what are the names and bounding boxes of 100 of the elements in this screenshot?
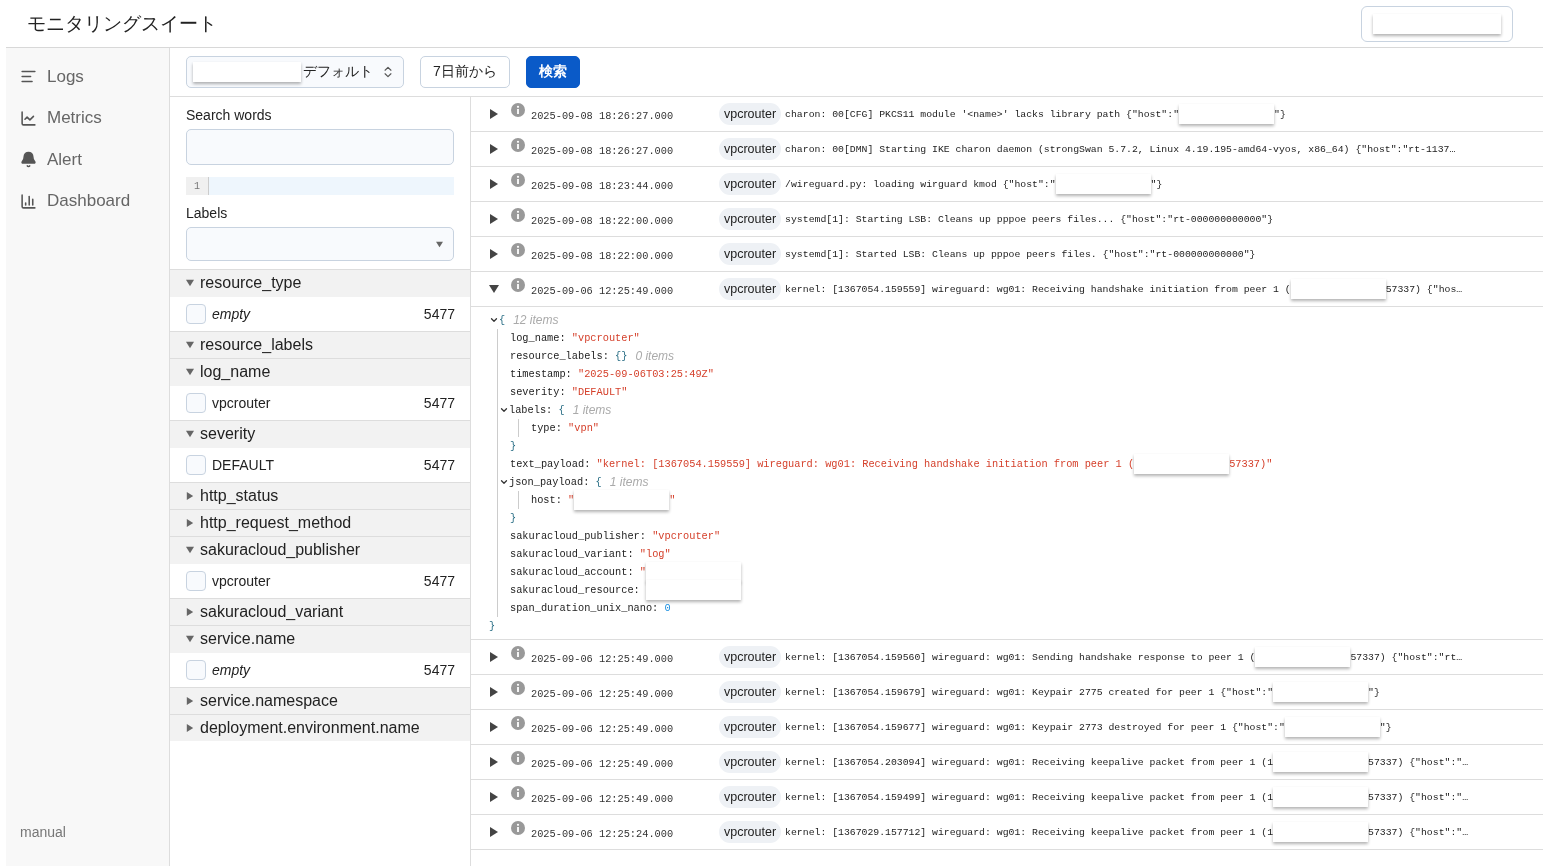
caret-icon[interactable] <box>489 722 499 732</box>
timestamp: 2025-09-08 18:26:27.000 <box>531 110 675 122</box>
timestamp: 2025-09-08 18:26:27.000 <box>531 145 675 157</box>
json-value: "kernel: [1367054.159559] wireguard: wg01: Receiving handshake initiation from peer 1 ( <box>596 457 1135 470</box>
range-button[interactable]: 7日前から <box>420 56 510 88</box>
checkbox[interactable] <box>186 660 206 680</box>
log-tag: vpcrouter <box>719 138 782 160</box>
facet-header[interactable]: http_request_method <box>170 509 470 536</box>
log-row[interactable]: 2025-09-08 18:22:00.000 vpcrouter systemd[1]: Starting LSB: Cleans up pppoe peers files... {"host":"rt-000000000000"} <box>471 202 1543 237</box>
log-row[interactable]: 2025-09-06 12:25:24.000 vpcrouter kernel: [1367029.157712] wireguard: wg01: Receiving keepalive packet from peer 1 (1 57337) {"host":"… <box>471 815 1543 850</box>
json-value: "DEFAULT" <box>571 386 628 398</box>
log-row[interactable]: 2025-09-06 12:25:49.000 vpcrouter kernel: [1367054.159499] wireguard: wg01: Receiving keepalive packet from peer 1 (1 57337) {"host":"… <box>471 780 1543 815</box>
json-key: labels: <box>509 404 553 416</box>
caret-icon[interactable] <box>186 368 194 376</box>
log-row[interactable]: 2025-09-06 12:25:49.000 vpcrouter kernel: [1367054.203094] wireguard: wg01: Receiving keepalive packet from peer 1 (1 57337) {"host":"… <box>471 745 1543 780</box>
query-editor[interactable]: 1 <box>186 177 454 195</box>
json-value: "vpcrouter" <box>652 530 721 542</box>
log-row[interactable]: 2025-09-08 18:26:27.000 vpcrouter charon: 00[DMN] Starting IKE charon daemon (strongSwan 5.7.2, Linux 4.19.195-amd64-vyos, x86_64) {"host":"rt-1137… <box>471 132 1543 167</box>
caret-icon[interactable] <box>489 652 499 662</box>
chevron-icon[interactable] <box>499 477 509 487</box>
log-row[interactable]: 2025-09-06 12:25:49.000 vpcrouter kernel: [1367054.159560] wireguard: wg01: Sending handshake response to peer 1 ( 57337) {"host":"rt… <box>471 640 1543 675</box>
json-key: log_name: <box>510 332 566 344</box>
chevron-icon[interactable] <box>499 405 509 415</box>
caret-icon[interactable] <box>489 179 499 189</box>
log-row[interactable]: 2025-09-06 12:25:49.000 vpcrouter kernel: [1367054.159677] wireguard: wg01: Keypair 2773 destroyed for peer 1 {"host":" "} <box>471 710 1543 745</box>
nav-link[interactable]: Alert <box>20 139 169 181</box>
log-row[interactable]: 2025-09-08 18:23:44.000 vpcrouter /wireguard.py: loading wirguard kmod {"host":" "} <box>471 167 1543 202</box>
info-icon <box>511 786 525 800</box>
chevron-icon[interactable] <box>489 315 499 325</box>
caret-icon[interactable] <box>489 792 499 802</box>
caret-icon[interactable] <box>186 608 194 616</box>
caret-icon[interactable] <box>489 757 499 767</box>
search-field[interactable] <box>186 129 454 165</box>
json-key: severity: <box>510 386 566 398</box>
search-button[interactable]: 検索 <box>525 56 580 88</box>
json-value: " <box>639 565 646 578</box>
facet-value: vpcrouter <box>212 395 272 411</box>
facet-header[interactable]: service.namespace <box>170 687 470 714</box>
log-tag: vpcrouter <box>719 751 782 773</box>
facet-header[interactable]: sakuracloud_variant <box>170 598 470 625</box>
facet-value: vpcrouter <box>212 573 272 589</box>
caret-icon[interactable] <box>186 341 194 349</box>
log-tag: vpcrouter <box>719 716 782 738</box>
caret-icon[interactable] <box>489 144 499 154</box>
log-row[interactable]: 2025-09-06 12:25:49.000 vpcrouter kernel: [1367054.159679] wireguard: wg01: Keypair 2775 created for peer 1 {"host":" "} <box>471 675 1543 710</box>
caret-icon[interactable] <box>186 492 194 500</box>
nav-link[interactable]: Logs <box>20 56 169 98</box>
log-row[interactable]: 2025-09-08 18:22:00.000 vpcrouter systemd[1]: Started LSB: Cleans up pppoe peers files. {"host":"rt-000000000000"} <box>471 237 1543 272</box>
caret-icon[interactable] <box>489 249 499 259</box>
caret-icon[interactable] <box>186 546 194 554</box>
log-row[interactable]: 2025-09-06 12:25:49.000 vpcrouter kernel: [1367054.159559] wireguard: wg01: Receiving handshake initiation from peer 1 ( 57337) {"hos… <box>471 272 1543 307</box>
checkbox[interactable] <box>186 393 206 413</box>
log-row[interactable]: 2025-09-08 18:26:27.000 vpcrouter charon: 00[CFG] PKCS11 module '<name>' lacks library path {"host":" "} <box>471 97 1543 132</box>
facet-header[interactable]: resource_labels <box>170 331 470 358</box>
json-key: json_payload: <box>509 476 590 488</box>
log-message: kernel: [1367054.159679] wireguard: wg01: Keypair 2775 created for peer 1 {"host":" <box>785 686 1274 698</box>
facet-header[interactable]: resource_type <box>170 269 470 296</box>
caret-icon[interactable] <box>489 687 499 697</box>
checkbox[interactable] <box>186 455 206 475</box>
facet-value: DEFAULT <box>212 457 275 473</box>
nav-link[interactable]: Dashboard <box>20 180 169 222</box>
brace: } <box>489 620 496 632</box>
facet-header[interactable]: http_status <box>170 482 470 509</box>
caret-icon[interactable] <box>489 827 499 837</box>
info-icon <box>511 278 525 292</box>
nav-link[interactable]: Metrics <box>20 97 169 139</box>
caret-icon[interactable] <box>186 279 194 287</box>
info-icon <box>511 716 525 730</box>
brace: } <box>510 512 517 524</box>
facet-header[interactable]: sakuracloud_publisher <box>170 536 470 563</box>
json-key: text_payload: <box>510 458 591 470</box>
view-select[interactable]: デフォルト <box>186 56 404 88</box>
caret-icon[interactable] <box>489 284 499 294</box>
log-tag: vpcrouter <box>719 646 782 668</box>
caret-icon[interactable] <box>489 109 499 119</box>
caret-icon[interactable] <box>186 430 194 438</box>
timestamp: 2025-09-08 18:23:44.000 <box>531 180 675 192</box>
facet-header[interactable]: deployment.environment.name <box>170 714 470 741</box>
footer-text: manual <box>20 824 67 840</box>
caret-icon[interactable] <box>186 635 194 643</box>
log-message: kernel: [1367054.159499] wireguard: wg01: Receiving keepalive packet from peer 1 (1 <box>785 791 1274 803</box>
caret-icon[interactable] <box>186 724 194 732</box>
log-message: kernel: [1367054.159560] wireguard: wg01: Sending handshake response to peer 1 ( <box>785 651 1256 663</box>
log-message: charon: 00[CFG] PKCS11 module '<name>' lacks library path {"host":" <box>785 108 1179 120</box>
checkbox[interactable] <box>186 571 206 591</box>
caret-icon[interactable] <box>186 519 194 527</box>
checkbox[interactable] <box>186 304 206 324</box>
timestamp: 2025-09-06 12:25:49.000 <box>531 688 675 700</box>
json-key: resource_labels: <box>510 350 609 362</box>
facet-header[interactable]: severity <box>170 420 470 447</box>
item-count: 12 items <box>513 313 559 327</box>
facet-header[interactable]: log_name <box>170 358 470 385</box>
caret-icon[interactable] <box>489 214 499 224</box>
log-message: "} <box>1379 721 1392 733</box>
facet-header[interactable]: service.name <box>170 625 470 652</box>
log-tag: vpcrouter <box>719 243 782 265</box>
log-message: /wireguard.py: loading wirguard kmod {"host":" <box>785 178 1056 190</box>
caret-icon[interactable] <box>436 240 443 248</box>
caret-icon[interactable] <box>186 697 194 705</box>
log-message: kernel: [1367054.203094] wireguard: wg01: Receiving keepalive packet from peer 1 (1 <box>785 756 1274 768</box>
